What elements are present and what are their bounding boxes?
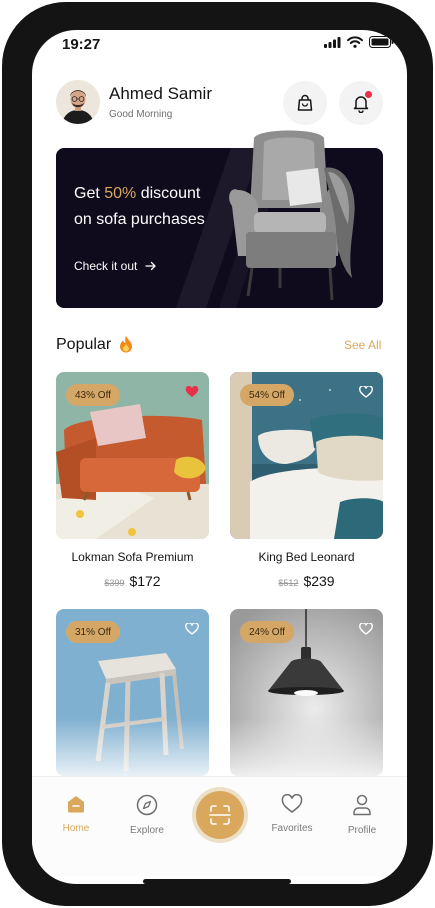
- nav-explore[interactable]: Explore: [115, 794, 179, 836]
- heart-outline-icon[interactable]: [185, 623, 199, 635]
- nav-label: Profile: [347, 825, 377, 836]
- heart-outline-icon[interactable]: [359, 386, 373, 398]
- status-time: 19:27: [62, 36, 101, 53]
- avatar-image: [56, 80, 100, 124]
- nav-label: Explore: [130, 825, 164, 836]
- bottom-nav: Home Explore Favorites Profile: [32, 776, 407, 876]
- scan-icon: [209, 805, 231, 825]
- user-icon: [353, 794, 371, 816]
- nav-label: Favorites: [271, 823, 313, 834]
- banner-subline: on sofa purchases: [74, 211, 205, 228]
- status-icons: [324, 36, 394, 48]
- price-row: $512 $239: [230, 573, 383, 589]
- current-price: $172: [129, 573, 161, 589]
- wifi-icon: [347, 36, 363, 48]
- see-all-link[interactable]: See All: [344, 338, 381, 352]
- nav-favorites[interactable]: Favorites: [260, 794, 324, 834]
- banner-headline: Get 50% discount: [74, 185, 201, 202]
- current-price: $239: [303, 573, 335, 589]
- fire-icon: [120, 336, 132, 353]
- avatar[interactable]: [56, 80, 100, 124]
- compass-icon: [136, 794, 158, 816]
- old-price: $512: [278, 578, 299, 588]
- old-price: $399: [104, 578, 125, 588]
- home-indicator[interactable]: [143, 879, 291, 884]
- product-card-image[interactable]: 43% Off: [56, 372, 209, 539]
- product-card-image[interactable]: 54% Off: [230, 372, 383, 539]
- battery-icon: [369, 36, 394, 48]
- home-icon: [68, 796, 84, 813]
- heart-icon: [281, 794, 303, 813]
- user-name: Ahmed Samir: [109, 84, 212, 103]
- heart-filled-icon[interactable]: [185, 386, 199, 398]
- check-it-out-link[interactable]: Check it out: [74, 259, 157, 273]
- greeting: Good Morning: [109, 109, 173, 120]
- nav-profile[interactable]: Profile: [330, 794, 394, 836]
- discount-badge: 31% Off: [66, 621, 120, 643]
- arrow-right-icon: [145, 261, 157, 271]
- discount-badge: 24% Off: [240, 621, 294, 643]
- app-screen: 19:27 Ahmed Samir Good Morning Get 50% d…: [32, 30, 407, 884]
- product-name[interactable]: King Bed Leonard: [230, 550, 383, 564]
- discount-badge: 54% Off: [240, 384, 294, 406]
- phone-frame: 19:27 Ahmed Samir Good Morning Get 50% d…: [2, 2, 433, 906]
- discount-highlight: 50%: [104, 185, 137, 202]
- shopping-bag-icon: [297, 94, 313, 111]
- price-row: $399 $172: [56, 573, 209, 589]
- popular-title: Popular: [56, 336, 112, 353]
- armchair-image: [229, 130, 355, 301]
- notification-dot: [365, 91, 372, 98]
- nav-label: Home: [62, 823, 90, 834]
- product-name[interactable]: Lokman Sofa Premium: [56, 550, 209, 564]
- nav-home[interactable]: Home: [44, 794, 108, 834]
- discount-badge: 43% Off: [66, 384, 120, 406]
- cart-button[interactable]: [283, 81, 327, 125]
- signal-icon: [324, 36, 341, 48]
- scroll-fade: [32, 718, 407, 778]
- notifications-button[interactable]: [339, 81, 383, 125]
- heart-outline-icon[interactable]: [359, 623, 373, 635]
- scan-button[interactable]: [196, 791, 244, 839]
